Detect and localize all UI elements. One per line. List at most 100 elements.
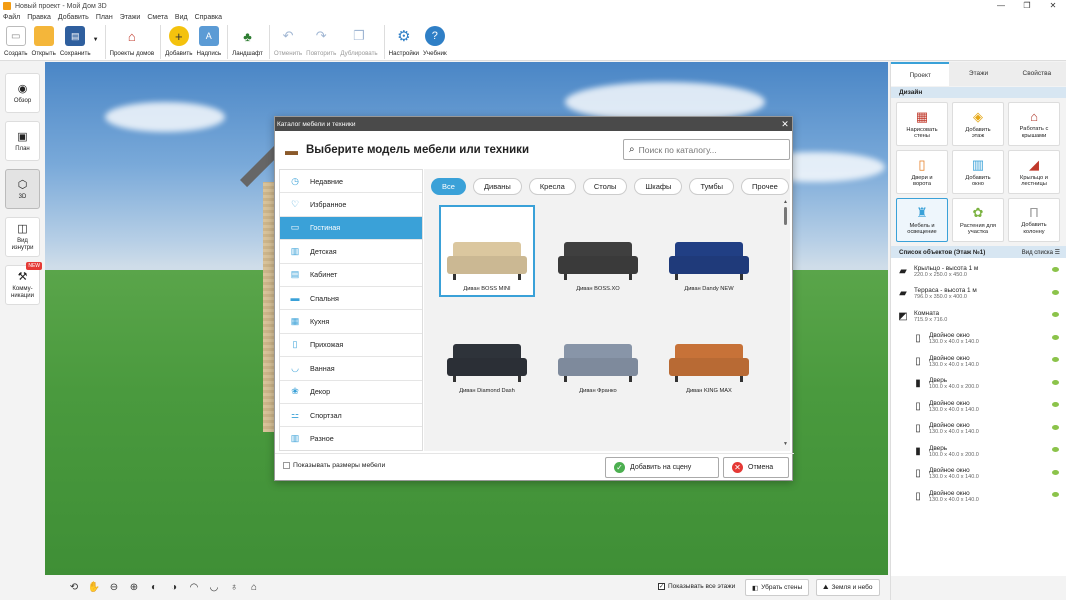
show-all-floors-checkbox[interactable]: ✓ Показывать все этажи xyxy=(658,583,735,590)
category-misc[interactable]: ▥ Разное xyxy=(280,427,422,450)
catalog-item[interactable] xyxy=(550,409,646,451)
tab-project[interactable]: Проект xyxy=(891,62,950,86)
scroll-down-icon[interactable]: ▼ xyxy=(783,441,788,447)
visibility-eye-icon[interactable] xyxy=(1052,402,1059,407)
object-list-item[interactable]: ▯ Двойное окно 130.0 x 40.0 x 140.0 xyxy=(891,350,1066,373)
object-list-item[interactable]: ▯ Двойное окно 130.0 x 40.0 x 140.0 xyxy=(891,328,1066,351)
filter-chip[interactable]: Шкафы xyxy=(634,178,683,195)
redo-button[interactable]: ↷ Повторить xyxy=(306,23,336,61)
plants-button[interactable]: ✿ Растения для участка xyxy=(952,198,1004,242)
home-icon[interactable]: ⌂ xyxy=(247,581,261,595)
tab-properties[interactable]: Свойства xyxy=(1008,62,1066,86)
overview-button[interactable]: ◉ Обзор xyxy=(5,73,40,113)
undo-button[interactable]: ↶ Отменить xyxy=(274,23,302,61)
filter-chip[interactable]: Диваны xyxy=(472,178,522,195)
maximize-button[interactable]: ❐ xyxy=(1014,0,1040,12)
close-button[interactable]: ✕ xyxy=(1040,0,1066,12)
search-input[interactable] xyxy=(638,144,779,155)
visibility-eye-icon[interactable] xyxy=(1052,357,1059,362)
category-bed[interactable]: ▬ Спальня xyxy=(280,287,422,311)
menu-view[interactable]: Вид xyxy=(175,14,188,21)
light-bulb-icon[interactable]: ♁ xyxy=(227,581,241,595)
draw-walls-button[interactable]: ▦ Нарисовать стены xyxy=(896,102,948,146)
landscape-button[interactable]: ♣ Ландшафт xyxy=(232,23,263,61)
zoom-out-icon[interactable]: ⊖ xyxy=(107,581,121,595)
settings-button[interactable]: ⚙ Настройки xyxy=(389,23,419,61)
object-list-item[interactable]: ▮ Дверь 100.0 x 40.0 x 200.0 xyxy=(891,440,1066,463)
category-clock[interactable]: ◷ Недавние xyxy=(280,170,422,194)
zoom-in-icon[interactable]: ⊕ xyxy=(127,581,141,595)
catalog-scrollbar[interactable]: ▲ ▼ xyxy=(783,199,788,447)
duplicate-button[interactable]: ❐ Дублировать xyxy=(340,23,377,61)
visibility-eye-icon[interactable] xyxy=(1052,447,1059,452)
menu-plan[interactable]: План xyxy=(96,14,113,21)
object-list-item[interactable]: ▯ Двойное окно 130.0 x 40.0 x 140.0 xyxy=(891,463,1066,486)
add-window-button[interactable]: ▥ Добавить окно xyxy=(952,150,1004,194)
category-heart[interactable]: ♡ Избранное xyxy=(280,193,422,217)
menu-add[interactable]: Добавить xyxy=(58,14,89,21)
dialog-close-icon[interactable]: ✕ xyxy=(778,119,792,130)
3d-button[interactable]: ⬡ 3D xyxy=(5,169,40,209)
show-sizes-checkbox[interactable]: Показывать размеры мебели xyxy=(283,462,385,469)
catalog-item[interactable]: Диван Dandy NEW xyxy=(661,205,757,297)
add-floor-button[interactable]: ◈ Добавить этаж xyxy=(952,102,1004,146)
add-to-scene-button[interactable]: ✓ Добавить на сцену xyxy=(605,457,719,478)
catalog-item[interactable]: Диван BOSS.XO xyxy=(550,205,646,297)
visibility-eye-icon[interactable] xyxy=(1052,379,1059,385)
catalog-item[interactable]: Диван KING MAX xyxy=(661,307,757,399)
object-list-item[interactable]: ▰ Крыльцо - высота 1 м 220.0 x 250.0 x 450… xyxy=(891,260,1066,283)
catalog-item[interactable]: Диван Франко xyxy=(550,307,646,399)
interior-view-button[interactable]: ◫ Вид изнутри xyxy=(5,217,40,257)
visibility-eye-icon[interactable] xyxy=(1052,312,1059,317)
catalog-item[interactable]: Диван BOSS MINI xyxy=(439,205,535,297)
object-list-item[interactable]: ◩ Комната 715.9 x 716.0 xyxy=(891,305,1066,328)
tilt-up-icon[interactable]: ◠ xyxy=(187,581,201,595)
menu-edit[interactable]: Правка xyxy=(27,14,51,21)
category-dumbbell[interactable]: ⚍ Спортзал xyxy=(280,404,422,428)
catalog-search[interactable]: ⌕ xyxy=(623,139,790,160)
menu-floors[interactable]: Этажи xyxy=(120,14,141,21)
communications-button[interactable]: NEW ⚒ Комму- никации xyxy=(5,262,42,305)
visibility-eye-icon[interactable] xyxy=(1052,469,1059,475)
category-decor[interactable]: ❀ Декор xyxy=(280,381,422,404)
category-hallway[interactable]: ▯ Прихожая xyxy=(280,334,422,358)
stairs-button[interactable]: ◢ Крыльцо и лестницы xyxy=(1008,150,1060,194)
category-crib[interactable]: ▥ Детская xyxy=(280,240,422,264)
filter-chip[interactable]: Все xyxy=(431,178,466,195)
menu-help[interactable]: Справка xyxy=(195,14,222,21)
visibility-eye-icon[interactable] xyxy=(1052,267,1059,272)
category-desk[interactable]: ▤ Кабинет xyxy=(280,264,422,287)
orbit-right-icon[interactable]: ◑ xyxy=(167,581,181,595)
label-button[interactable]: A Надпись xyxy=(196,23,221,61)
filter-chip[interactable]: Столы xyxy=(582,178,628,195)
save-dropdown-icon[interactable]: ▼ xyxy=(93,37,99,43)
object-list-item[interactable]: ▰ Терраса - высота 1 м 796.0 x 350.0 x 400… xyxy=(891,283,1066,306)
orbit-left-icon[interactable]: ◐ xyxy=(147,581,161,595)
menu-estimate[interactable]: Смета xyxy=(147,14,168,21)
filter-chip[interactable]: Кресла xyxy=(528,178,576,195)
pan-hand-icon[interactable]: ✋ xyxy=(87,581,101,595)
cancel-button[interactable]: ✕ Отмена xyxy=(723,457,789,478)
filter-chip[interactable]: Прочее xyxy=(741,178,789,195)
filter-chip[interactable]: Тумбы xyxy=(689,178,735,195)
scroll-thumb[interactable] xyxy=(784,207,787,225)
object-list-item[interactable]: ▯ Двойное окно 130.0 x 40.0 x 140.0 xyxy=(891,485,1066,508)
category-bathtub[interactable]: ◡ Ванная xyxy=(280,357,422,381)
visibility-eye-icon[interactable] xyxy=(1052,492,1059,497)
add-column-button[interactable]: Π Добавить колонну xyxy=(1008,198,1060,242)
object-list-item[interactable]: ▯ Двойное окно 130.0 x 40.0 x 140.0 xyxy=(891,395,1066,418)
object-list-item[interactable]: ▮ Дверь 100.0 x 40.0 x 200.0 xyxy=(891,373,1066,396)
visibility-eye-icon[interactable] xyxy=(1052,334,1059,340)
save-button[interactable]: ▤ Сохранить xyxy=(60,23,91,61)
scroll-up-icon[interactable]: ▲ xyxy=(783,199,788,205)
rotate-icon[interactable]: ⟲ xyxy=(67,581,81,595)
create-button[interactable]: ▭ Создать xyxy=(4,23,28,61)
visibility-eye-icon[interactable] xyxy=(1052,424,1059,430)
object-list[interactable]: ▰ Крыльцо - высота 1 м 220.0 x 250.0 x 450… xyxy=(891,258,1066,576)
list-view-button[interactable]: Вид списка ☰ xyxy=(1022,249,1060,256)
visibility-eye-icon[interactable] xyxy=(1052,289,1059,295)
remove-walls-button[interactable]: ◧ Убрать стены xyxy=(745,579,810,596)
open-button[interactable]: Открыть xyxy=(32,23,56,61)
furniture-button[interactable]: ♜ Мебель и освещение xyxy=(896,198,948,242)
tab-floors[interactable]: Этажи xyxy=(949,62,1007,86)
